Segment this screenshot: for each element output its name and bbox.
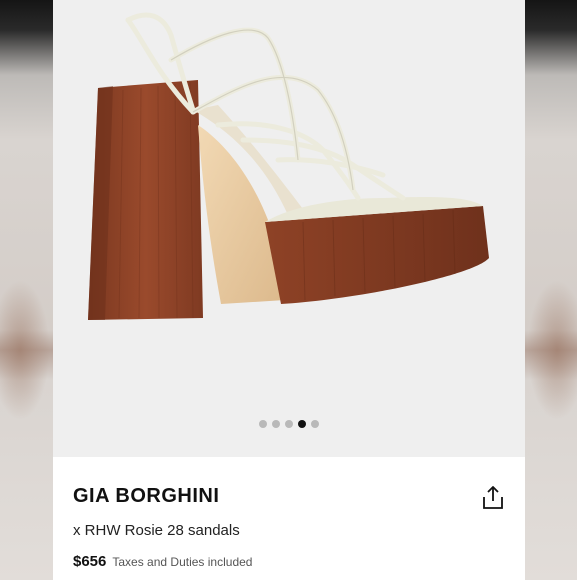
price: $656 xyxy=(73,553,107,570)
product-image[interactable] xyxy=(53,0,525,457)
product-card: GIA BORGHINI x RHW Rosie 28 sandals $656… xyxy=(53,0,525,580)
product-info: GIA BORGHINI x RHW Rosie 28 sandals $656… xyxy=(53,457,525,580)
carousel-dot[interactable] xyxy=(311,420,319,428)
carousel-dot[interactable] xyxy=(272,420,280,428)
share-icon[interactable] xyxy=(481,485,505,511)
carousel-dot-active[interactable] xyxy=(298,420,306,428)
brand-name[interactable]: GIA BORGHINI xyxy=(73,485,219,508)
carousel-dot[interactable] xyxy=(285,420,293,428)
price-row: $656 Taxes and Duties included xyxy=(73,553,252,570)
sandal-illustration xyxy=(88,12,489,320)
product-name: x RHW Rosie 28 sandals xyxy=(73,522,240,539)
tax-note: Taxes and Duties included xyxy=(112,555,253,569)
carousel-dot[interactable] xyxy=(259,420,267,428)
carousel-indicator[interactable] xyxy=(53,420,525,432)
